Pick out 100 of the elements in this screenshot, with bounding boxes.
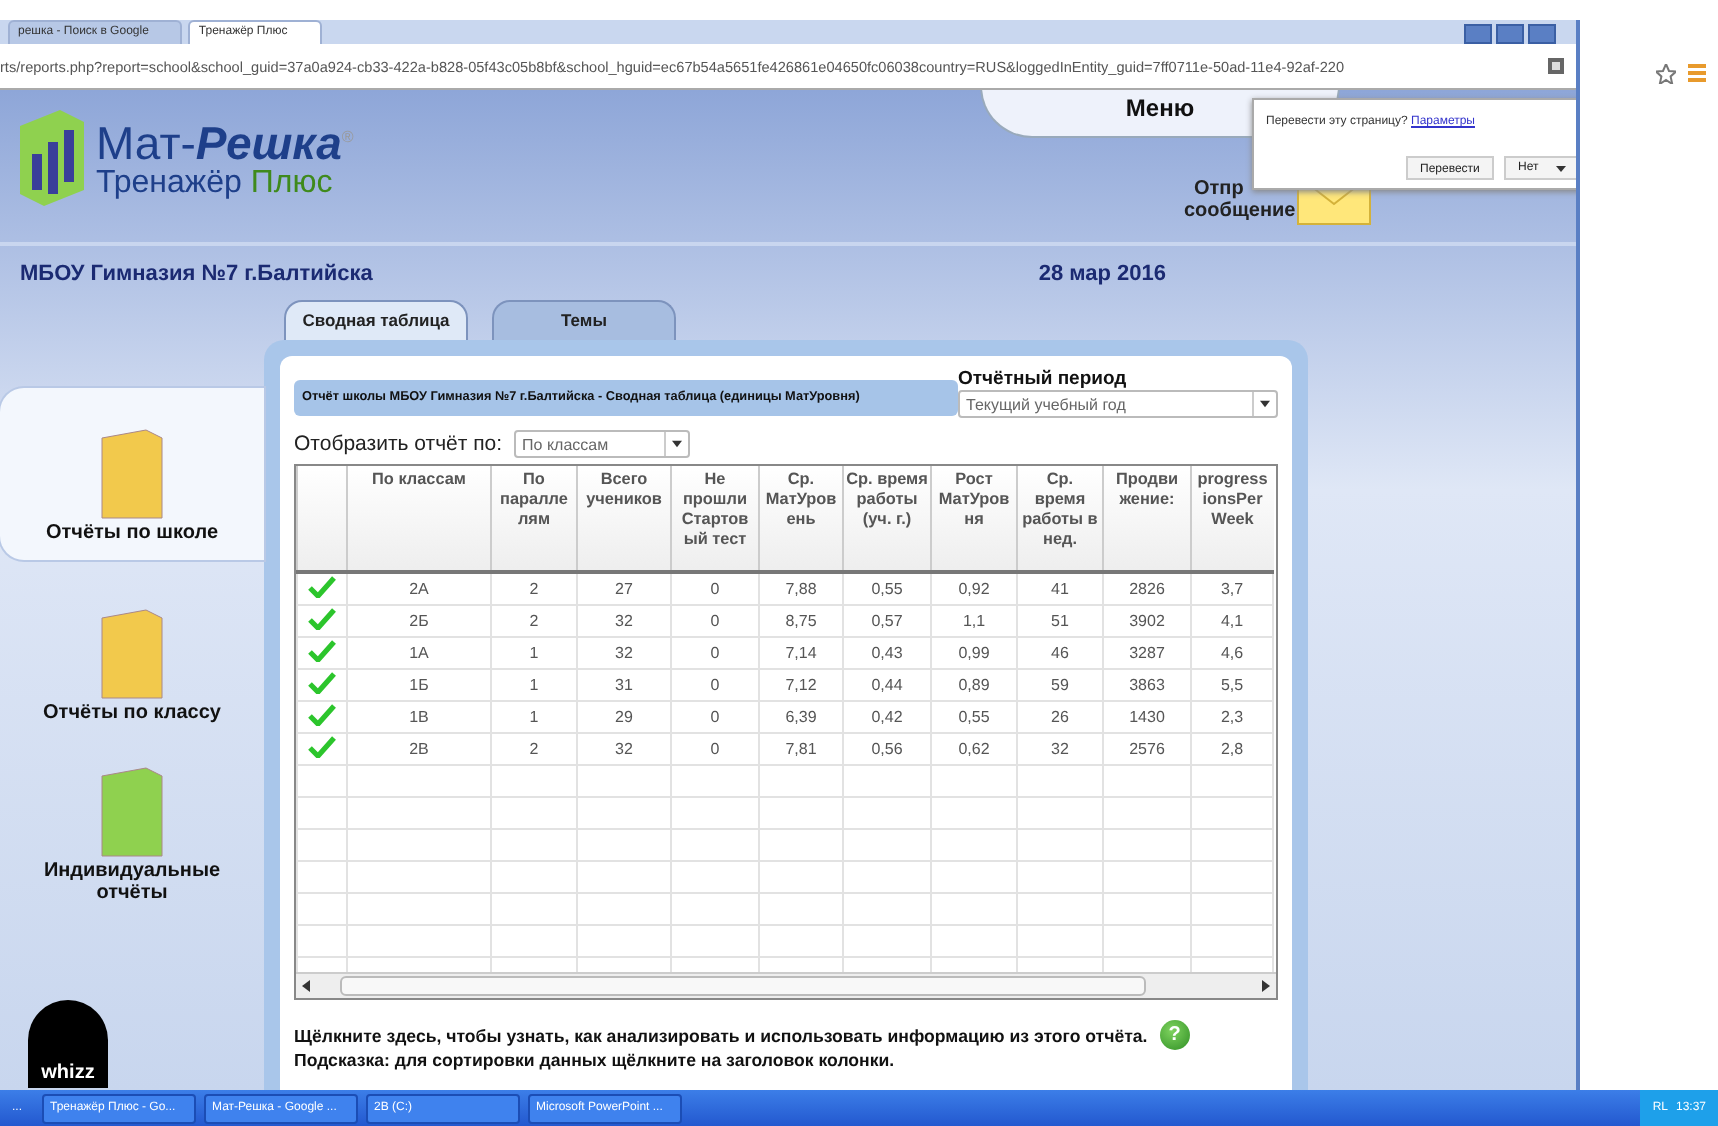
table-cell: 4,6 xyxy=(1191,637,1273,669)
column-header[interactable]: progress ionsPer Week xyxy=(1191,466,1273,572)
table-cell: 0 xyxy=(671,733,759,765)
column-header[interactable]: По паралле лям xyxy=(491,466,577,572)
column-header[interactable]: Продви жение: xyxy=(1103,466,1191,572)
column-header[interactable]: Не прошли Стартов ый тест xyxy=(671,466,759,572)
table-cell: 3863 xyxy=(1103,669,1191,701)
caret-icon xyxy=(1556,165,1566,171)
whizz-logo: whizz xyxy=(28,1000,108,1088)
table-cell: 2В xyxy=(347,733,491,765)
table-cell: 7,88 xyxy=(759,572,843,605)
horizontal-scrollbar[interactable] xyxy=(296,972,1276,998)
table-cell: 0,43 xyxy=(843,637,931,669)
table-cell: 41 xyxy=(1017,572,1103,605)
sidebar-label: Отчёты по классу xyxy=(41,702,223,724)
help-link[interactable]: Щёлкните здесь, чтобы узнать, как анализировать и использовать информацию из этого отчёта. xyxy=(294,1025,1148,1045)
star-icon[interactable] xyxy=(1656,64,1676,84)
table-cell: 2826 xyxy=(1103,572,1191,605)
cube-logo-icon xyxy=(20,110,84,206)
table-cell: 59 xyxy=(1017,669,1103,701)
table-cell: 32 xyxy=(577,605,671,637)
scroll-right-icon[interactable] xyxy=(1262,980,1270,992)
brand-subtitle: Тренажёр Плюс xyxy=(96,166,335,203)
table-cell: 2,3 xyxy=(1191,701,1273,733)
table-cell: 2 xyxy=(491,605,577,637)
table-cell: 2 xyxy=(491,572,577,605)
table-cell: 0 xyxy=(671,637,759,669)
table-cell: 0,55 xyxy=(931,701,1017,733)
report-date: 28 мар 2016 xyxy=(1038,262,1166,290)
table-cell: 0,44 xyxy=(843,669,931,701)
table-cell: 0,92 xyxy=(931,572,1017,605)
table-cell: 1430 xyxy=(1103,701,1191,733)
table-cell: 5,5 xyxy=(1191,669,1273,701)
table-cell: 27 xyxy=(577,572,671,605)
scroll-left-icon[interactable] xyxy=(302,980,310,992)
sidebar-item[interactable]: Отчёты по классу xyxy=(0,568,264,740)
column-header[interactable]: Ср. время работы (уч. г.) xyxy=(843,466,931,572)
table-cell: 7,12 xyxy=(759,669,843,701)
table-cell: 6,39 xyxy=(759,701,843,733)
table-cell: 0 xyxy=(671,605,759,637)
table-cell: 7,14 xyxy=(759,637,843,669)
sidebar-item[interactable]: Отчёты по школе xyxy=(0,388,264,560)
table-cell: 32 xyxy=(1017,733,1103,765)
table-cell: 2 xyxy=(491,733,577,765)
sidebar-label: Отчёты по школе xyxy=(43,522,221,544)
table-cell: 0 xyxy=(671,701,759,733)
table-cell: 0,89 xyxy=(931,669,1017,701)
table-cell: 1 xyxy=(491,637,577,669)
table-cell: 1,1 xyxy=(931,605,1017,637)
table-cell: 0,62 xyxy=(931,733,1017,765)
send-message-link[interactable]: Отпр xyxy=(1194,178,1244,200)
send-message-link[interactable]: сообщение xyxy=(1184,200,1296,222)
page-icon[interactable] xyxy=(1548,58,1564,74)
table-cell: 31 xyxy=(577,669,671,701)
table-cell: 29 xyxy=(577,701,671,733)
table-cell: 1В xyxy=(347,701,491,733)
sidebar-item[interactable]: Индивидуальные отчёты xyxy=(0,748,264,920)
table-cell: 26 xyxy=(1017,701,1103,733)
table-cell: 32 xyxy=(577,637,671,669)
table-cell: 4,1 xyxy=(1191,605,1273,637)
table-cell: 0 xyxy=(671,669,759,701)
table-cell: 8,75 xyxy=(759,605,843,637)
column-header[interactable]: По классам xyxy=(347,466,491,572)
table-cell: 0,99 xyxy=(931,637,1017,669)
table-cell: 1 xyxy=(491,701,577,733)
table-cell: 2Б xyxy=(347,605,491,637)
period-label: Отчётный период xyxy=(958,368,1129,390)
sidebar-label: Индивидуальные отчёты xyxy=(41,860,223,904)
column-header[interactable]: Ср. время работы в нед. xyxy=(1017,466,1103,572)
table-cell: 2,8 xyxy=(1191,733,1273,765)
table-cell: 2576 xyxy=(1103,733,1191,765)
table-cell: 0,57 xyxy=(843,605,931,637)
table-cell: 0,55 xyxy=(843,572,931,605)
table-cell: 3,7 xyxy=(1191,572,1273,605)
view-tab[interactable]: Сводная таблица xyxy=(284,300,468,340)
table-cell: 7,81 xyxy=(759,733,843,765)
menu-icon[interactable] xyxy=(1688,64,1706,82)
table-cell: 1 xyxy=(491,669,577,701)
table-cell: 2А xyxy=(347,572,491,605)
table-cell: 1А xyxy=(347,637,491,669)
table-cell: 0,56 xyxy=(843,733,931,765)
brand-title: Мат-Решка$^{®}$ xyxy=(96,114,354,167)
table-cell: 51 xyxy=(1017,605,1103,637)
table-cell: 3902 xyxy=(1103,605,1191,637)
view-tab[interactable]: Темы xyxy=(492,300,676,340)
school-name: МБОУ Гимназия №7 г.Балтийска xyxy=(20,262,373,290)
table-cell: 3287 xyxy=(1103,637,1191,669)
display-dropdown[interactable]: По классам xyxy=(514,430,691,458)
table-cell: 0 xyxy=(671,572,759,605)
display-label: Отобразить отчёт по: xyxy=(294,432,503,456)
period-dropdown[interactable]: Текущий учебный год xyxy=(958,390,1278,418)
table-cell: 46 xyxy=(1017,637,1103,669)
column-header[interactable]: Ср. МатУров ень xyxy=(759,466,843,572)
column-header[interactable]: Рост МатУров ня xyxy=(931,466,1017,572)
scroll-thumb[interactable] xyxy=(340,976,1146,996)
table-cell: 32 xyxy=(577,733,671,765)
column-header[interactable]: Всего учеников xyxy=(577,466,671,572)
table-cell: 1Б xyxy=(347,669,491,701)
table-cell: 0,42 xyxy=(843,701,931,733)
sort-hint: Подсказка: для сортировки данных щёлкните на заголовок колонки. xyxy=(294,1050,897,1070)
